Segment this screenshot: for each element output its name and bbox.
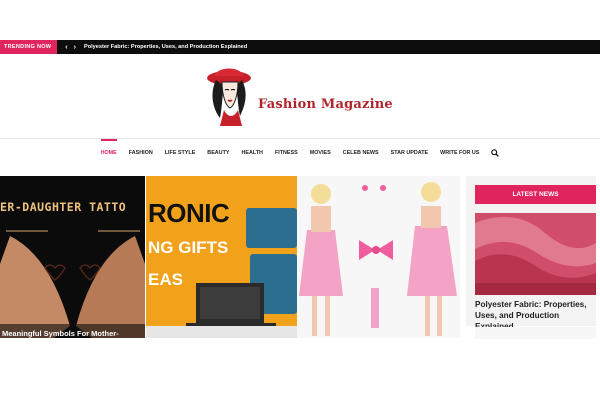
logo-text: Fashion Magazine	[258, 96, 393, 112]
nav-item-fashion[interactable]: FASHION	[123, 139, 159, 167]
nav-item-movies[interactable]: MOVIES	[304, 139, 337, 167]
nav-item-write-for-us[interactable]: WRITE FOR US	[434, 139, 485, 167]
nav-item-health[interactable]: HEALTH	[235, 139, 268, 167]
main-nav: HOME FASHION LIFE STYLE BEAUTY HEALTH FI…	[0, 139, 600, 167]
slide-electronic-title: RONIC	[148, 198, 230, 228]
slide-electronic-subtitle-1: NG GIFTS	[148, 238, 229, 257]
trending-arrows: ‹ ›	[65, 44, 76, 51]
nav-item-home[interactable]: HOME	[95, 139, 123, 167]
slide-pink-dress[interactable]	[297, 176, 460, 338]
trending-bar: TRENDING NOW ‹ › Polyester Fabric: Prope…	[0, 40, 600, 54]
fashion-woman-logo-icon	[207, 68, 251, 126]
latest-news-tab[interactable]: LATEST NEWS	[475, 185, 596, 204]
chevron-left-icon[interactable]: ‹	[65, 44, 67, 51]
pink-fabric-image	[475, 213, 596, 295]
search-icon	[491, 149, 500, 157]
site-logo[interactable]: Fashion Magazine	[204, 68, 400, 126]
slide-tattoo[interactable]: ER-DAUGHTER TATTO Meaningful Symbols For…	[0, 176, 145, 338]
nav-item-fitness[interactable]: FITNESS	[269, 139, 304, 167]
nav-item-star-update[interactable]: STAR UPDATE	[385, 139, 435, 167]
nav-item-life-style[interactable]: LIFE STYLE	[159, 139, 202, 167]
pink-dress-image	[297, 176, 460, 338]
slide-tattoo-caption: Meaningful Symbols For Mother-	[2, 329, 119, 338]
trending-title[interactable]: Polyester Fabric: Properties, Uses, and …	[84, 44, 247, 50]
nav-item-beauty[interactable]: BEAUTY	[201, 139, 235, 167]
chevron-right-icon[interactable]: ›	[74, 44, 76, 51]
nav-item-celeb-news[interactable]: CELEB NEWS	[337, 139, 385, 167]
slide-electronic-subtitle-2: EAS	[148, 270, 183, 289]
latest-news-image[interactable]	[475, 213, 596, 295]
sidebar: LATEST NEWS Polyester Fabric: Properties…	[466, 176, 600, 409]
tattoo-wrists-image	[0, 230, 145, 338]
latest-news-widget: LATEST NEWS Polyester Fabric: Properties…	[466, 176, 596, 331]
trending-label: TRENDING NOW	[0, 40, 58, 54]
search-button[interactable]	[485, 139, 505, 167]
slide-electronic-gifts[interactable]: RONIC NG GIFTS EAS	[146, 176, 297, 338]
sidebar-next-item	[475, 327, 596, 339]
nav-list: HOME FASHION LIFE STYLE BEAUTY HEALTH FI…	[95, 139, 506, 167]
featured-slider: ER-DAUGHTER TATTO Meaningful Symbols For…	[0, 176, 460, 338]
